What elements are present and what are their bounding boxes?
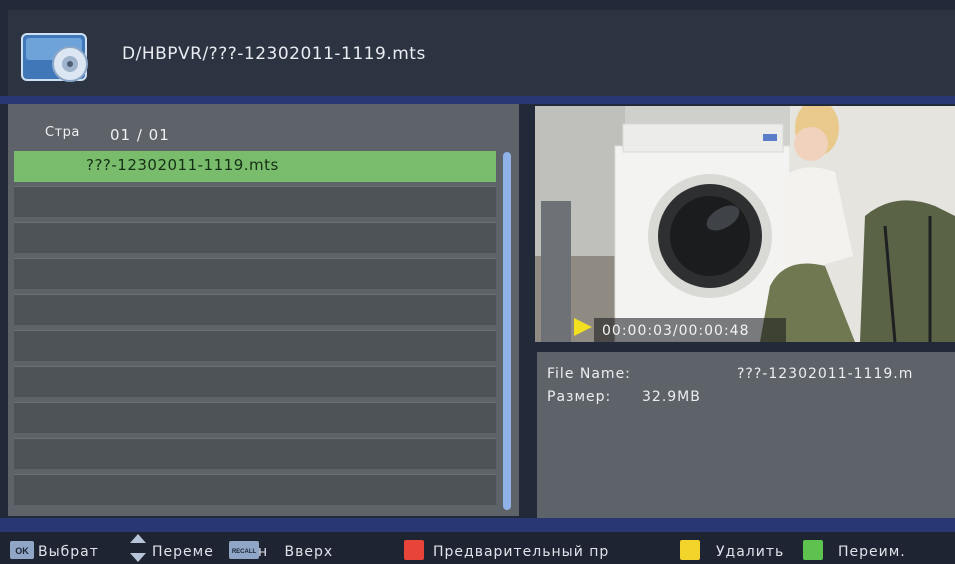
page-number: 01 / 01	[110, 126, 170, 144]
disc-folder-icon	[21, 33, 88, 82]
empty-list-row[interactable]	[14, 222, 496, 253]
empty-list-row[interactable]	[14, 330, 496, 361]
empty-list-row[interactable]	[14, 186, 496, 217]
video-preview	[535, 106, 955, 342]
size-label: Размер:	[547, 389, 612, 405]
red-key-icon	[404, 540, 424, 560]
hint-rename: Переим.	[838, 544, 906, 560]
yellow-key-icon	[680, 540, 700, 560]
size-value: 32.9MB	[642, 389, 701, 405]
file-list-item-label: ???-12302011-1119.mts	[86, 156, 279, 174]
current-path: D/HBPVR/???-12302011-1119.mts	[122, 44, 426, 64]
file-name-value: ???-12302011-1119.m	[737, 366, 914, 382]
file-name-label: File Name:	[547, 366, 631, 382]
empty-list-row[interactable]	[14, 294, 496, 325]
empty-list-row[interactable]	[14, 258, 496, 289]
empty-list-row[interactable]	[14, 438, 496, 469]
ok-key-icon: OK	[10, 541, 34, 559]
file-browser-screen: D/HBPVR/???-12302011-1119.mts Стра 01 / …	[0, 0, 955, 564]
file-list-item[interactable]: ???-12302011-1119.mts	[14, 151, 496, 182]
ok-key-label: OK	[15, 546, 29, 556]
page-label: Стра	[45, 125, 80, 140]
empty-list-row[interactable]	[14, 366, 496, 397]
play-icon	[574, 318, 592, 336]
green-key-icon	[803, 540, 823, 560]
empty-list-row[interactable]	[14, 474, 496, 505]
recall-key-icon: RECALL	[229, 541, 259, 559]
playback-time: 00:00:03/00:00:48	[602, 323, 750, 339]
footer-separator	[0, 518, 955, 532]
list-scrollbar[interactable]	[503, 152, 511, 510]
recall-key-label: RECALL	[232, 549, 257, 555]
hint-select: Выбрат	[38, 544, 99, 560]
hint-move: Переме	[152, 544, 214, 560]
empty-list-row[interactable]	[14, 402, 496, 433]
header-separator	[0, 96, 955, 104]
hint-delete: Удалить	[716, 544, 785, 560]
hint-up: н Вверх	[258, 544, 334, 560]
up-down-arrows-icon	[130, 534, 146, 562]
hint-preview: Предварительный пр	[433, 544, 610, 560]
